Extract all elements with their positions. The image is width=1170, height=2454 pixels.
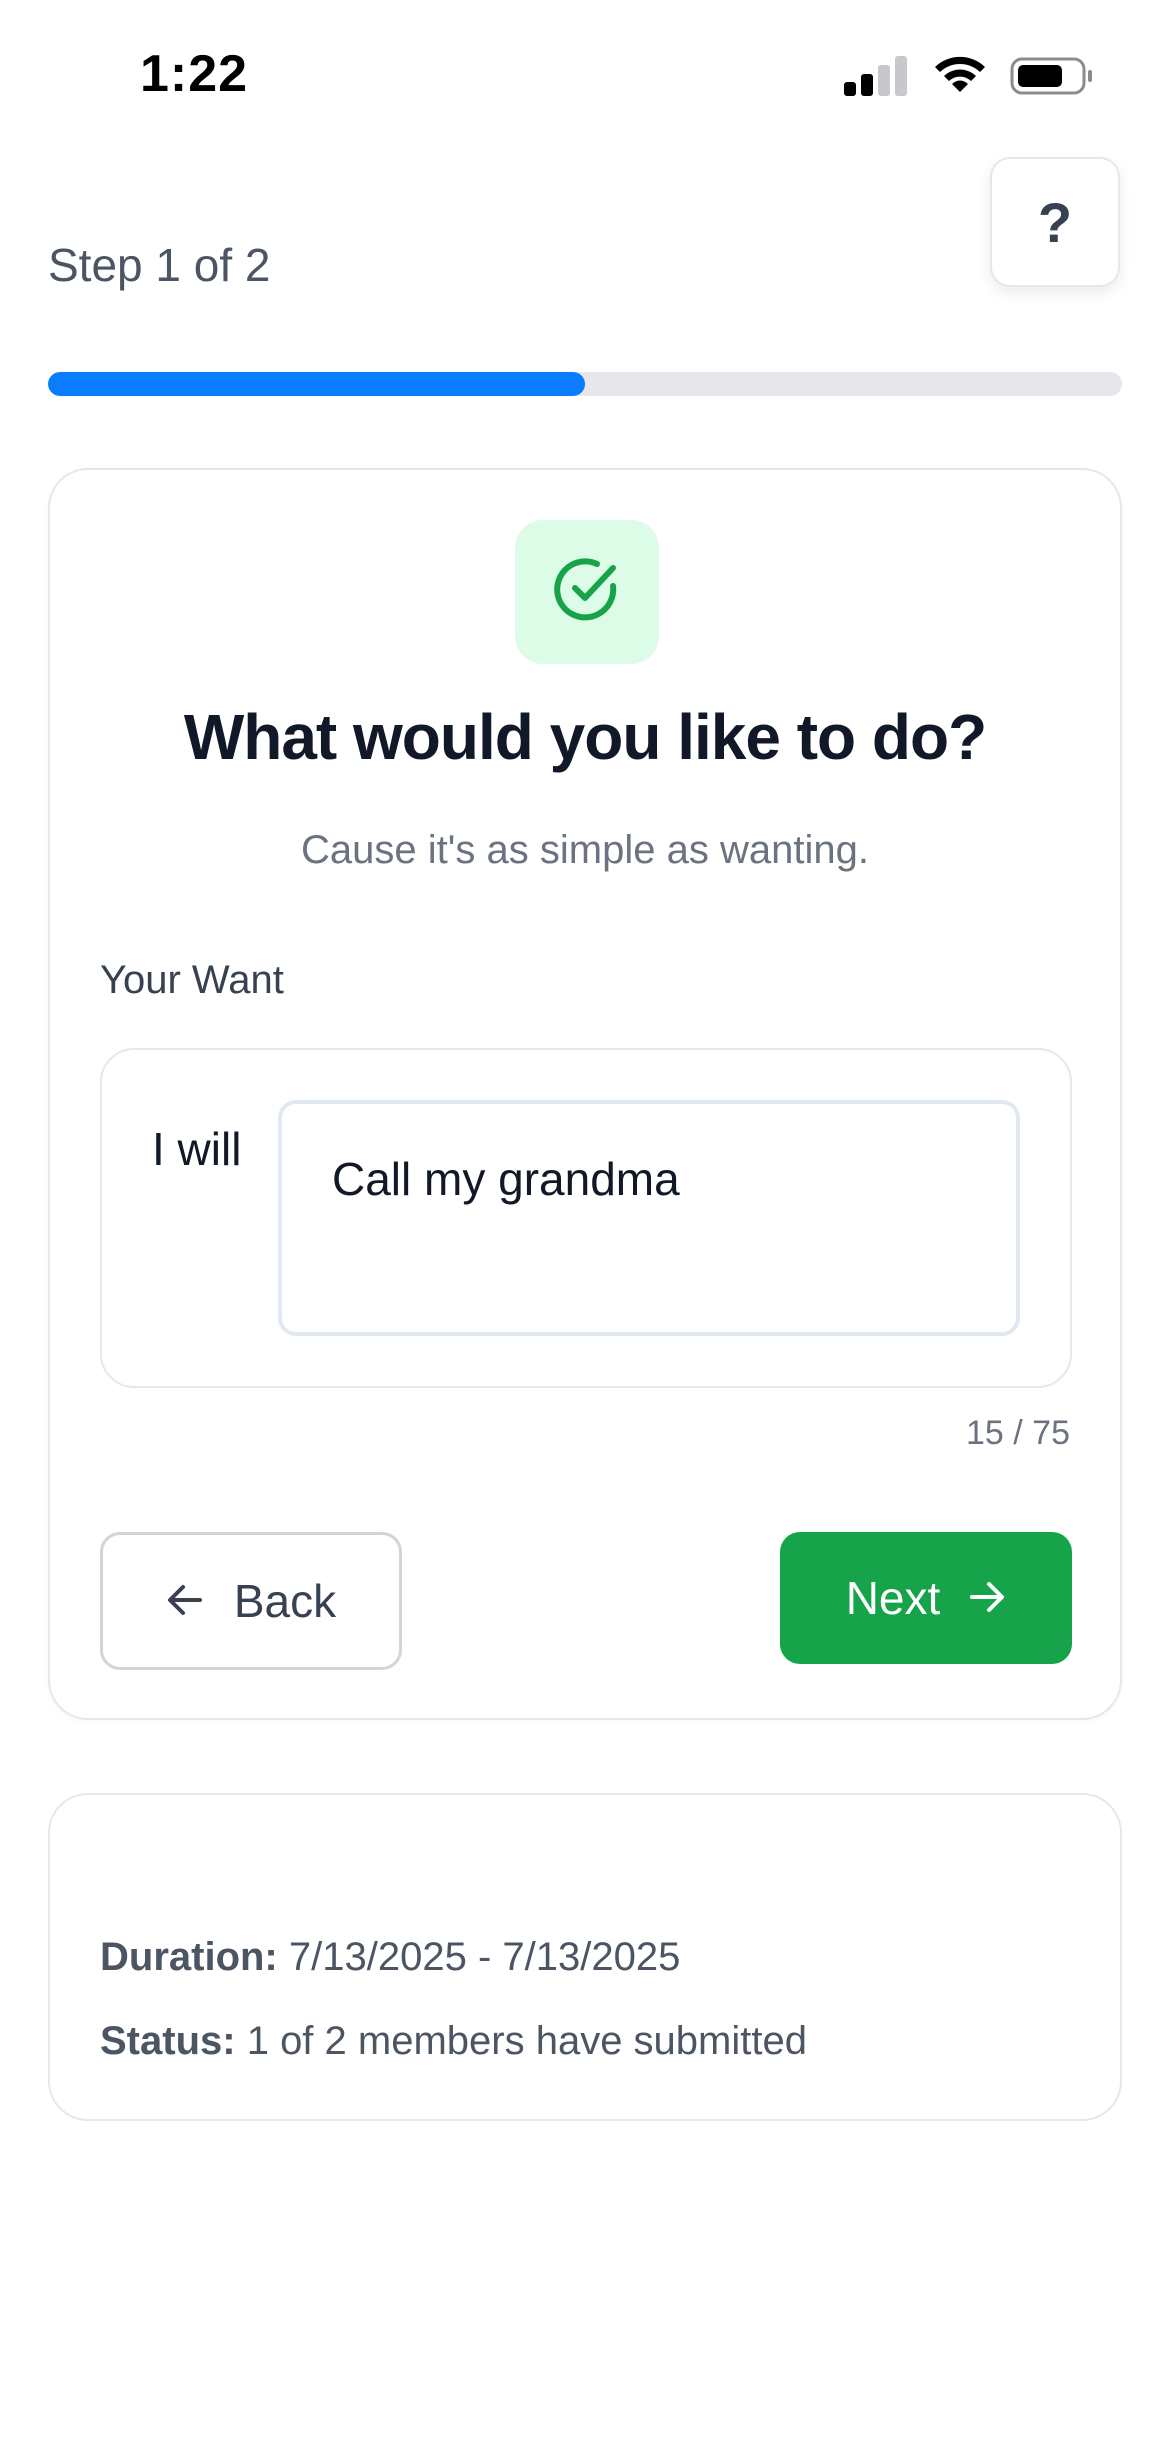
card-title: What would you like to do? — [183, 701, 987, 773]
battery-icon — [1010, 56, 1094, 101]
status-line: Status: 1 of 2 members have submitted — [100, 2019, 807, 2064]
signal-icon — [844, 56, 910, 101]
status-time: 1:22 — [140, 45, 249, 103]
progress-bar — [48, 372, 1122, 396]
next-button[interactable]: Next — [780, 1532, 1072, 1664]
char-count: 15 / 75 — [966, 1414, 1070, 1452]
back-label: Back — [233, 1575, 337, 1627]
card-subtitle: Cause it's as simple as wanting. — [301, 828, 869, 872]
wifi-icon — [932, 56, 988, 101]
want-prefix: I will — [152, 1123, 242, 1175]
status-icons — [844, 56, 1094, 101]
info-card: Duration: 7/13/2025 - 7/13/2025 Status: … — [48, 1793, 1122, 2121]
next-label: Next — [845, 1572, 941, 1624]
duration-value: 7/13/2025 - 7/13/2025 — [288, 1935, 681, 1979]
screen: 1:22 ? Step 1 of 2 What would you like t… — [0, 0, 1170, 2454]
want-card: What would you like to do? Cause it's as… — [48, 468, 1122, 1720]
progress-fill — [48, 372, 585, 396]
want-field-group: I will — [100, 1048, 1072, 1388]
back-button[interactable]: Back — [100, 1532, 402, 1670]
status-label: Status: — [100, 2019, 236, 2063]
check-tile — [515, 520, 659, 664]
want-input[interactable] — [278, 1100, 1020, 1336]
status-value: 1 of 2 members have submitted — [246, 2019, 807, 2063]
help-button[interactable]: ? — [990, 157, 1120, 287]
arrow-right-icon — [968, 1571, 1006, 1625]
duration-line: Duration: 7/13/2025 - 7/13/2025 — [100, 1935, 680, 1980]
check-circle-icon — [551, 554, 623, 631]
duration-label: Duration: — [100, 1935, 278, 1979]
want-field-label: Your Want — [100, 958, 284, 1002]
step-label: Step 1 of 2 — [48, 239, 271, 291]
arrow-left-icon — [166, 1574, 204, 1628]
